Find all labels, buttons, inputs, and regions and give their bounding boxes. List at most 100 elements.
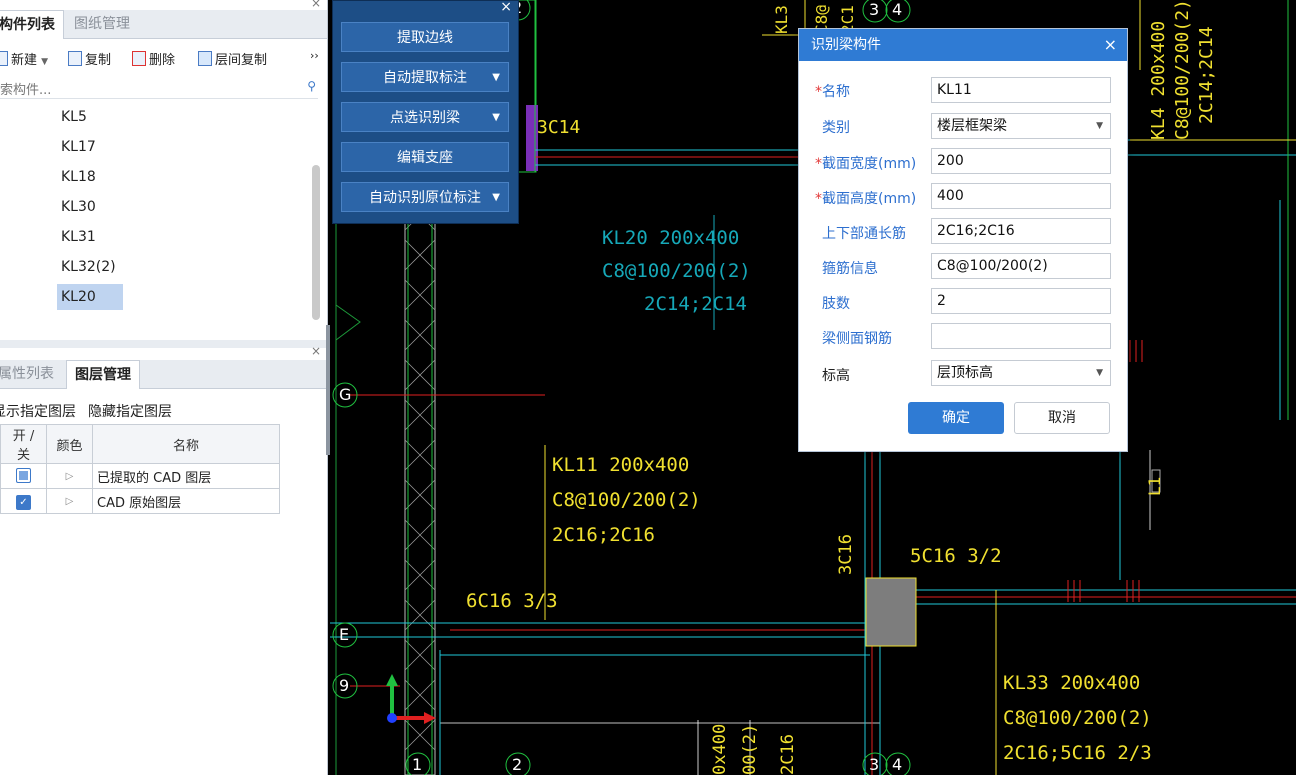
new-button[interactable]: 新建 ▼ bbox=[0, 49, 48, 68]
button-label: 自动提取标注 bbox=[383, 70, 467, 86]
name-input[interactable]: KL11 bbox=[931, 77, 1111, 103]
select-value: 楼层框架梁 bbox=[937, 118, 1007, 134]
close-icon[interactable]: × bbox=[500, 0, 512, 15]
list-item[interactable]: KL18 bbox=[57, 164, 123, 190]
dialog-title: 识别梁构件 bbox=[811, 37, 881, 53]
list-item[interactable]: KL31 bbox=[57, 224, 123, 250]
layer-toggle[interactable]: ✓ bbox=[0, 488, 47, 514]
list-item[interactable]: KL32(2) bbox=[57, 254, 123, 280]
through-rebar-input[interactable]: 2C16;2C16 bbox=[931, 218, 1111, 244]
annotation-line: C8@100/200(2) bbox=[602, 260, 751, 282]
chevron-down-icon: ▼ bbox=[1096, 368, 1103, 378]
rebar-label: 2C16 bbox=[778, 734, 798, 775]
show-layer-button[interactable]: 显示指定图层 bbox=[0, 401, 76, 421]
scrollbar[interactable] bbox=[312, 165, 320, 320]
rebar-label: KL3 bbox=[772, 5, 791, 34]
beam-label: L1 bbox=[1145, 476, 1164, 496]
auto-recognize-inplace-button[interactable]: 自动识别原位标注 ▼ bbox=[341, 182, 509, 212]
search-input[interactable]: 索构件... ⚲ bbox=[0, 76, 318, 99]
new-icon bbox=[0, 51, 8, 66]
checkbox-checked[interactable]: ✓ bbox=[16, 495, 31, 510]
dropdown-arrow-icon[interactable]: ▼ bbox=[492, 63, 500, 93]
button-label: 点选识别梁 bbox=[390, 110, 460, 126]
layer-name: CAD 原始图层 bbox=[92, 488, 280, 514]
axis-label: G bbox=[339, 385, 352, 404]
panel-splitter[interactable] bbox=[0, 340, 327, 348]
axis-label: 4 bbox=[892, 755, 903, 774]
field-label-height: *截面高度(mm) bbox=[815, 191, 917, 207]
more-button[interactable]: ›› bbox=[310, 49, 319, 62]
tab-property-list[interactable]: 属性列表 bbox=[0, 360, 62, 388]
checkbox-partial[interactable] bbox=[16, 467, 31, 483]
column-header: 颜色 bbox=[46, 424, 93, 464]
delete-button[interactable]: 删除 bbox=[132, 49, 175, 68]
dropdown-arrow-icon[interactable]: ▼ bbox=[492, 103, 500, 133]
chevron-down-icon: ▼ bbox=[41, 57, 49, 67]
tab-component-list[interactable]: 构件列表 bbox=[0, 10, 64, 39]
color-icon[interactable]: ▷ bbox=[46, 488, 93, 514]
annotation-line: KL33 200x400 bbox=[1003, 672, 1141, 694]
column-header: 名称 bbox=[92, 424, 280, 464]
delete-label: 删除 bbox=[149, 53, 176, 68]
floor-copy-label: 层间复制 bbox=[215, 53, 268, 68]
dropdown-arrow-icon[interactable]: ▼ bbox=[492, 183, 500, 213]
tab-drawing-management[interactable]: 图纸管理 bbox=[66, 10, 138, 38]
list-item[interactable]: KL30 bbox=[57, 194, 123, 220]
annotation-kl11: KL11 200x400 C8@100/200(2) 2C16;2C16 bbox=[552, 448, 701, 553]
list-item[interactable]: KL5 bbox=[57, 104, 123, 130]
edit-support-button[interactable]: 编辑支座 bbox=[341, 142, 509, 172]
width-input[interactable]: 200 bbox=[931, 148, 1111, 174]
floor-copy-button[interactable]: 层间复制 bbox=[198, 49, 267, 68]
dialog-titlebar[interactable]: 识别梁构件 × bbox=[799, 29, 1127, 61]
layer-toggle[interactable] bbox=[0, 463, 47, 489]
pick-recognize-beam-button[interactable]: 点选识别梁 ▼ bbox=[341, 102, 509, 132]
auto-extract-labels-button[interactable]: 自动提取标注 ▼ bbox=[341, 62, 509, 92]
field-label-through-rebar: *上下部通长筋 bbox=[822, 226, 906, 242]
height-input[interactable]: 400 bbox=[931, 183, 1111, 209]
annotation-line: C8@100/200(2) bbox=[1172, 0, 1193, 140]
elevation-select[interactable]: 层顶标高 ▼ bbox=[931, 360, 1111, 386]
new-label: 新建 bbox=[11, 53, 38, 68]
legs-input[interactable]: 2 bbox=[931, 288, 1111, 314]
close-icon[interactable]: × bbox=[1104, 29, 1117, 61]
ok-button[interactable]: 确定 bbox=[908, 402, 1004, 434]
cancel-button[interactable]: 取消 bbox=[1014, 402, 1110, 434]
field-label-stirrup: *箍筋信息 bbox=[822, 261, 878, 277]
copy-icon bbox=[68, 51, 82, 66]
rebar-label: 3C14 bbox=[537, 117, 581, 138]
search-icon[interactable]: ⚲ bbox=[307, 79, 316, 93]
color-icon[interactable]: ▷ bbox=[46, 463, 93, 489]
copy-button[interactable]: 复制 bbox=[68, 49, 111, 68]
annotation-line: KL11 200x400 bbox=[552, 454, 690, 476]
annotation-line: KL20 200x400 bbox=[602, 227, 740, 249]
axis-label: 3 bbox=[869, 755, 880, 774]
column-header: 开 / 关 bbox=[0, 424, 47, 464]
category-select[interactable]: 楼层框架梁 ▼ bbox=[931, 113, 1111, 139]
floor-copy-icon bbox=[198, 51, 212, 66]
list-item[interactable]: KL17 bbox=[57, 134, 123, 160]
field-label-side-rebar: *梁侧面钢筋 bbox=[822, 331, 892, 347]
close-icon[interactable]: × bbox=[311, 0, 321, 10]
list-item-selected[interactable]: KL20 bbox=[57, 284, 123, 310]
field-label-width: *截面宽度(mm) bbox=[815, 156, 917, 172]
left-scrollbar[interactable] bbox=[326, 325, 330, 455]
annotation-line: KL4 200x400 bbox=[1148, 20, 1169, 140]
layer-actions: 显示指定图层 隐藏指定图层 bbox=[0, 398, 327, 422]
annotation-kl33: KL33 200x400 C8@100/200(2) 2C16;5C16 2/3 bbox=[1003, 666, 1152, 771]
axis-label: E bbox=[339, 625, 350, 644]
field-label-category: *类别 bbox=[822, 120, 850, 136]
field-label-elevation: *标高 bbox=[822, 368, 850, 384]
annotation-line: 2C14;2C14 bbox=[1196, 26, 1217, 124]
side-rebar-input[interactable] bbox=[931, 323, 1111, 349]
tab-layer-management[interactable]: 图层管理 bbox=[66, 360, 140, 389]
left-panel: 构件列表 图纸管理 × 新建 ▼ 复制 删除 层间复制 ›› 索构件... ⚲ … bbox=[0, 0, 328, 775]
stirrup-input[interactable]: C8@100/200(2) bbox=[931, 253, 1111, 279]
axis-label: 9 bbox=[339, 676, 350, 695]
field-label-legs: *肢数 bbox=[822, 296, 850, 312]
hide-layer-button[interactable]: 隐藏指定图层 bbox=[88, 401, 172, 421]
annotation-line: 2C14;2C14 bbox=[644, 293, 747, 315]
extract-edges-button[interactable]: 提取边线 bbox=[341, 22, 509, 52]
close-icon[interactable]: × bbox=[311, 344, 321, 358]
copy-label: 复制 bbox=[85, 53, 112, 68]
field-label-name: *名称 bbox=[815, 84, 850, 100]
